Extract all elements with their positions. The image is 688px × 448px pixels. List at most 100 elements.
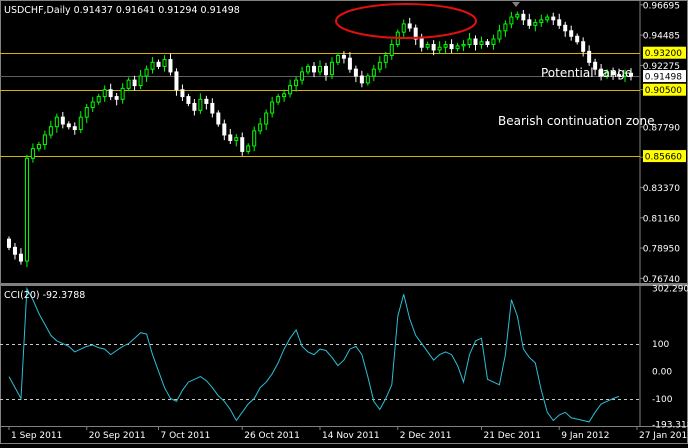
candle-body[interactable]	[306, 65, 311, 73]
candle-body[interactable]	[180, 89, 185, 98]
candle-body[interactable]	[473, 38, 478, 45]
candle-body[interactable]	[150, 61, 155, 70]
candle-body[interactable]	[341, 54, 346, 59]
candle-body[interactable]	[252, 130, 257, 147]
candle-body[interactable]	[377, 61, 382, 70]
candle-body[interactable]	[371, 68, 376, 77]
candle-body[interactable]	[90, 101, 95, 109]
candle-body[interactable]	[497, 30, 502, 40]
candle-body[interactable]	[132, 79, 137, 87]
candle-body[interactable]	[102, 89, 107, 98]
candle-body[interactable]	[60, 116, 65, 125]
candle-body[interactable]	[569, 30, 574, 37]
candle-body[interactable]	[6, 238, 11, 248]
candle-body[interactable]	[431, 43, 436, 51]
candle-body[interactable]	[485, 41, 490, 45]
candle-body[interactable]	[54, 116, 59, 128]
candle-body[interactable]	[419, 38, 424, 48]
candle-body[interactable]	[425, 43, 430, 48]
candle-body[interactable]	[186, 96, 191, 104]
candle-body[interactable]	[515, 13, 520, 18]
candle-body[interactable]	[563, 24, 568, 32]
candle-body[interactable]	[42, 134, 47, 146]
candle-body[interactable]	[407, 23, 412, 29]
chart-svg: 0.966950.944850.922750.905050.877900.855…	[0, 0, 688, 444]
candle-body[interactable]	[288, 85, 293, 95]
candle-body[interactable]	[96, 96, 101, 103]
candle-body[interactable]	[479, 41, 484, 45]
candle-body[interactable]	[114, 96, 119, 100]
price-tick-label: 0.83370	[643, 184, 680, 194]
price-candles[interactable]	[6, 9, 634, 268]
candle-body[interactable]	[491, 38, 496, 45]
candle-body[interactable]	[455, 45, 460, 50]
candle-body[interactable]	[84, 107, 89, 118]
candle-body[interactable]	[443, 43, 448, 48]
candle-body[interactable]	[551, 16, 556, 21]
candle-body[interactable]	[18, 253, 23, 262]
candle-body[interactable]	[270, 101, 275, 114]
candle-body[interactable]	[353, 68, 358, 77]
candle-body[interactable]	[533, 22, 538, 26]
candle-body[interactable]	[210, 102, 215, 114]
candle-body[interactable]	[401, 23, 406, 33]
candle-body[interactable]	[347, 57, 352, 70]
candle-body[interactable]	[521, 13, 526, 21]
candle-body[interactable]	[557, 19, 562, 26]
candle-body[interactable]	[66, 123, 71, 128]
candle-body[interactable]	[449, 43, 454, 50]
candle-body[interactable]	[318, 65, 322, 73]
candle-body[interactable]	[108, 89, 113, 98]
candle-body[interactable]	[359, 75, 364, 84]
candle-body[interactable]	[78, 116, 83, 130]
candle-body[interactable]	[294, 79, 299, 87]
candle-body[interactable]	[126, 79, 131, 89]
candle-body[interactable]	[174, 71, 179, 91]
candle-body[interactable]	[323, 65, 328, 76]
candle-body[interactable]	[264, 112, 269, 125]
candle-body[interactable]	[156, 61, 161, 67]
candle-body[interactable]	[467, 38, 472, 45]
candle-body[interactable]	[503, 23, 508, 32]
candle-body[interactable]	[24, 157, 29, 262]
candle-body[interactable]	[192, 102, 197, 111]
candle-body[interactable]	[30, 148, 35, 159]
candle-body[interactable]	[509, 16, 514, 25]
candle-body[interactable]	[335, 54, 340, 63]
candle-body[interactable]	[383, 54, 388, 63]
candle-body[interactable]	[234, 137, 239, 141]
candle-body[interactable]	[198, 98, 203, 111]
candle-body[interactable]	[461, 43, 466, 47]
potential-range-annotation: Potential range	[541, 66, 632, 80]
candle-body[interactable]	[539, 19, 544, 24]
candle-body[interactable]	[162, 59, 167, 67]
candle-body[interactable]	[240, 137, 245, 152]
candle-body[interactable]	[246, 145, 251, 152]
candle-body[interactable]	[329, 61, 334, 76]
candle-body[interactable]	[120, 87, 125, 100]
candle-body[interactable]	[258, 123, 263, 132]
candle-body[interactable]	[144, 68, 149, 77]
candle-body[interactable]	[389, 43, 394, 56]
candle-body[interactable]	[312, 65, 317, 73]
candle-body[interactable]	[216, 112, 221, 125]
candle-body[interactable]	[527, 19, 532, 26]
candle-body[interactable]	[437, 46, 442, 51]
candle-body[interactable]	[581, 41, 586, 52]
candle-body[interactable]	[138, 75, 143, 87]
candle-body[interactable]	[72, 126, 77, 130]
candle-body[interactable]	[300, 71, 305, 81]
candle-body[interactable]	[12, 246, 17, 255]
candle-body[interactable]	[48, 126, 53, 136]
candle-body[interactable]	[545, 16, 550, 21]
candle-body[interactable]	[168, 59, 173, 73]
candle-body[interactable]	[228, 134, 233, 141]
candle-body[interactable]	[276, 96, 281, 103]
candle-body[interactable]	[575, 35, 580, 43]
candle-body[interactable]	[222, 123, 227, 136]
candle-body[interactable]	[36, 144, 41, 150]
candle-body[interactable]	[282, 93, 287, 98]
candle-body[interactable]	[204, 98, 209, 104]
candle-body[interactable]	[365, 75, 370, 84]
candle-body[interactable]	[587, 50, 592, 63]
